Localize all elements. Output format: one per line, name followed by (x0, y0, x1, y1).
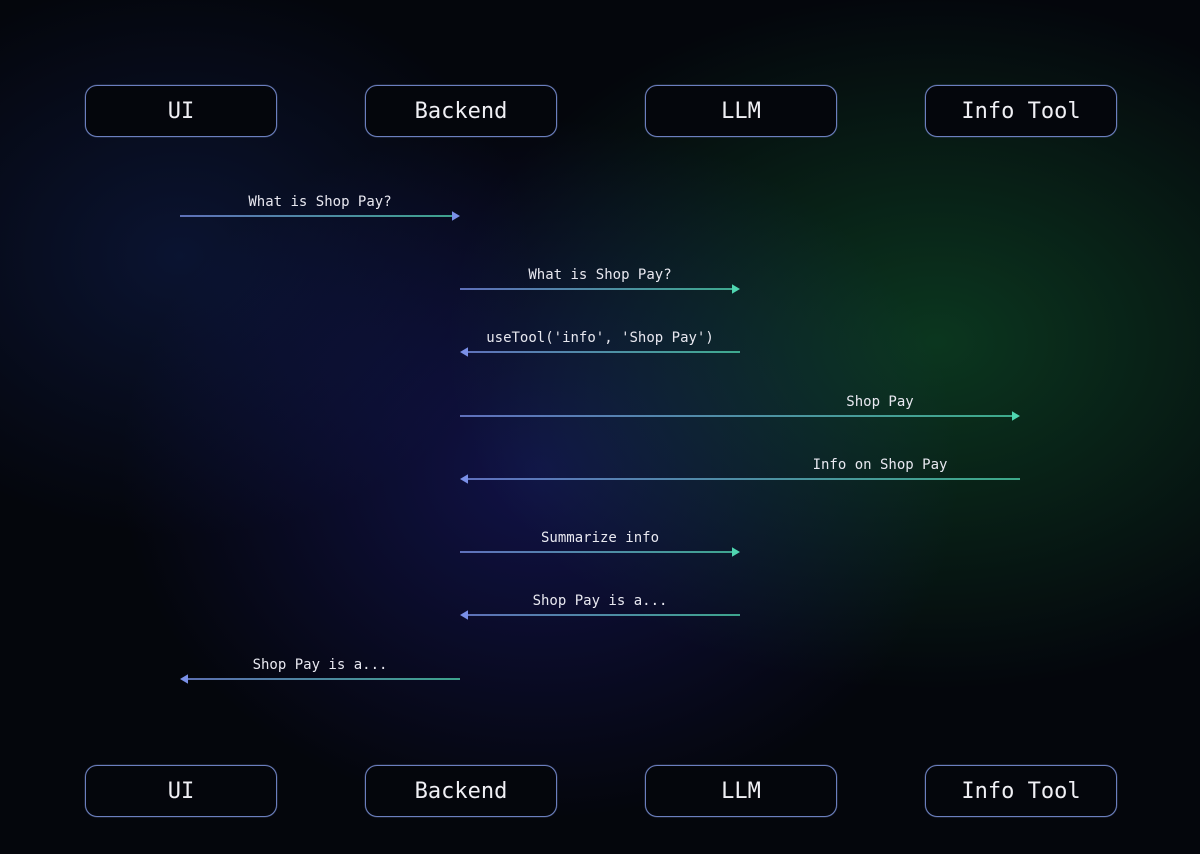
message-label: Shop Pay is a... (533, 593, 668, 609)
arrowhead-icon (732, 284, 740, 294)
arrowhead-icon (460, 474, 468, 484)
message-label: useTool('info', 'Shop Pay') (486, 330, 714, 346)
message-label: Shop Pay is a... (253, 657, 388, 673)
participant-backend-bottom: Backend (365, 765, 557, 817)
arrowhead-icon (460, 610, 468, 620)
participant-llm-bottom: LLM (645, 765, 837, 817)
participant-info-bottom: Info Tool (925, 765, 1117, 817)
arrowhead-icon (732, 547, 740, 557)
arrowhead-icon (180, 674, 188, 684)
message-label: Shop Pay (846, 394, 913, 410)
message-label: What is Shop Pay? (528, 267, 671, 283)
participant-backend-top: Backend (365, 85, 557, 137)
sequence-diagram: UI UI Backend Backend LLM LLM Info Tool Info To… (0, 0, 1200, 854)
message-label: Summarize info (541, 530, 659, 546)
participant-info-top: Info Tool (925, 85, 1117, 137)
participant-ui-bottom: UI (85, 765, 277, 817)
participant-ui-top: UI (85, 85, 277, 137)
message-label: Info on Shop Pay (813, 457, 948, 473)
message-label: What is Shop Pay? (248, 194, 391, 210)
arrowhead-icon (452, 211, 460, 221)
arrowhead-icon (460, 347, 468, 357)
arrowhead-icon (1012, 411, 1020, 421)
participant-llm-top: LLM (645, 85, 837, 137)
